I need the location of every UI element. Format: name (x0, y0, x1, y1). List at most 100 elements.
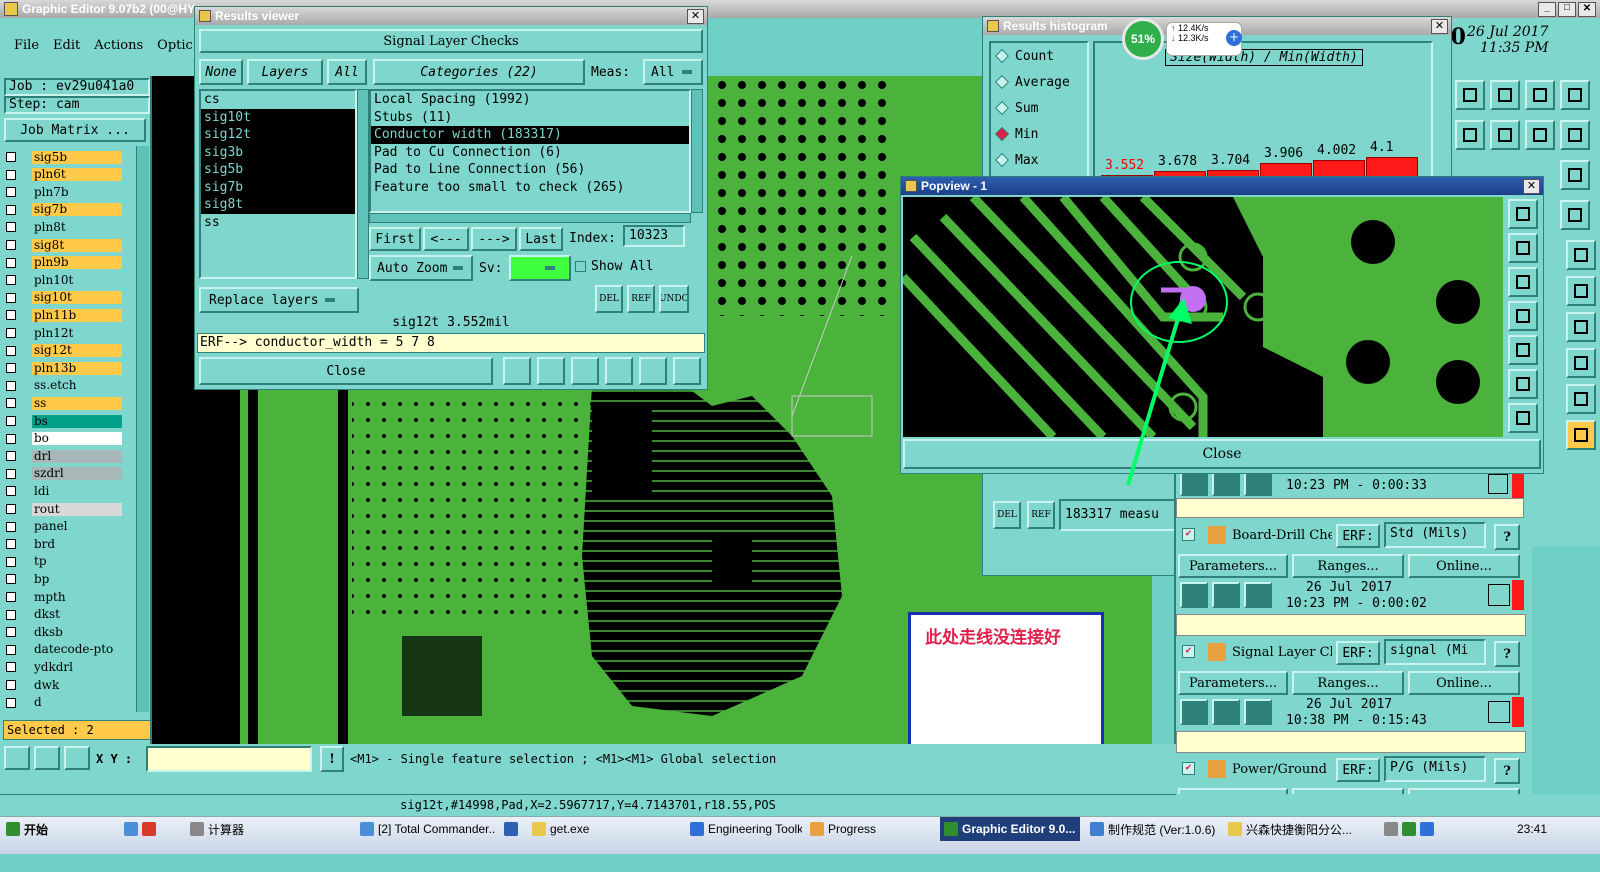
taskbar-item[interactable]: get.exe (528, 817, 678, 841)
tool-button[interactable] (1566, 348, 1596, 378)
enable-checkbox[interactable]: ✔ (1182, 645, 1195, 658)
layer-row[interactable]: datecode-pto (6, 643, 122, 657)
layer-row[interactable]: pln7b (6, 185, 122, 199)
tool-icon[interactable] (639, 357, 667, 385)
category-scrollbar[interactable] (691, 89, 703, 213)
close-app-button[interactable]: ✕ (1578, 2, 1596, 17)
help-button[interactable]: ? (1494, 758, 1520, 784)
menu-edit[interactable]: Edit (53, 38, 80, 53)
layer-row[interactable]: bs (6, 414, 122, 428)
erf-value[interactable]: Std (Mils) (1384, 522, 1486, 548)
result-layer-item[interactable]: sig7b (201, 178, 355, 196)
category-item[interactable]: Stubs (11) (371, 109, 689, 127)
start-button[interactable]: 开始 (2, 817, 82, 841)
tool-icon[interactable] (503, 357, 531, 385)
home-tool-button[interactable] (1525, 80, 1555, 110)
layer-row[interactable]: ldi (6, 484, 122, 498)
layer-checkbox[interactable] (6, 380, 16, 391)
taskbar-item[interactable]: [2] Total Commander... (356, 817, 496, 841)
menu-file[interactable]: File (14, 38, 39, 53)
sv-color-dropdown[interactable] (509, 255, 571, 281)
tool-icon[interactable] (34, 746, 60, 770)
erf-value[interactable]: P/G (Mils) (1384, 756, 1486, 782)
layer-checkbox[interactable] (6, 169, 16, 180)
menu-actions[interactable]: Actions (94, 38, 143, 53)
layer-row[interactable]: sig8t (6, 238, 122, 252)
radio-icon[interactable] (994, 152, 1010, 168)
layer-row[interactable]: pln11b (6, 308, 122, 322)
ranges-button[interactable]: Ranges... (1292, 554, 1404, 578)
layer-checkbox[interactable] (6, 556, 16, 567)
layer-checkbox[interactable] (6, 257, 16, 268)
zoom-tool-button[interactable] (1508, 403, 1538, 433)
next-button[interactable]: ---> (471, 227, 517, 251)
layer-checkbox[interactable] (6, 521, 16, 532)
del-button[interactable]: DEL (993, 501, 1021, 529)
tool-button[interactable] (1455, 80, 1485, 110)
taskbar-item[interactable]: Graphic Editor 9.0... (940, 817, 1080, 841)
help-button[interactable]: ? (1494, 524, 1520, 550)
prev-button[interactable]: <--- (423, 227, 469, 251)
minimize-button[interactable]: _ (1538, 2, 1556, 17)
layer-checkbox[interactable] (6, 574, 16, 585)
last-button[interactable]: Last (519, 227, 563, 251)
result-layer-item[interactable]: sig10t (201, 108, 355, 126)
layer-row[interactable]: bp (6, 572, 122, 586)
result-layer-item[interactable]: sig5b (201, 161, 355, 179)
online-button[interactable]: Online... (1408, 554, 1520, 578)
layer-row[interactable]: pln6t (6, 168, 122, 182)
tool-button[interactable] (1566, 420, 1596, 450)
erf-button[interactable]: ERF: (1336, 758, 1380, 782)
tray-icon[interactable] (1384, 822, 1398, 836)
all-button[interactable]: All (327, 59, 367, 85)
layer-checkbox[interactable] (6, 187, 16, 198)
layer-checkbox[interactable] (6, 363, 16, 374)
layer-row[interactable]: sig12t (6, 344, 122, 358)
layer-row[interactable]: drl (6, 449, 122, 463)
warning-icon[interactable]: ! (320, 746, 344, 772)
run-icon[interactable] (1212, 699, 1240, 725)
layer-row[interactable]: pln9b (6, 256, 122, 270)
taskbar-item[interactable]: Engineering Toolkit 9... (686, 817, 802, 841)
layer-row[interactable]: pln8t (6, 220, 122, 234)
result-layer-item[interactable]: sig12t (201, 126, 355, 144)
zoom-tool-button[interactable] (1508, 369, 1538, 399)
layer-row[interactable]: dkst (6, 608, 122, 622)
maximize-button[interactable]: □ (1558, 2, 1576, 17)
layer-checkbox[interactable] (6, 433, 16, 444)
replace-layers-dropdown[interactable]: Replace layers (199, 287, 359, 313)
tool-button[interactable] (1560, 80, 1590, 110)
app-icon[interactable] (124, 822, 138, 836)
category-item[interactable]: Pad to Line Connection (56) (371, 161, 689, 179)
layers-button[interactable]: Layers (247, 59, 323, 85)
ref-button[interactable]: REF (1027, 501, 1055, 529)
zoom-tool-button[interactable] (1508, 233, 1538, 263)
layer-checkbox[interactable] (6, 398, 16, 409)
first-button[interactable]: First (369, 227, 421, 251)
tool-button[interactable] (1566, 276, 1596, 306)
parameters-button[interactable]: Parameters... (1178, 554, 1288, 578)
close-icon[interactable]: ✕ (687, 9, 704, 24)
tool-button[interactable] (1455, 120, 1485, 150)
zoom-tool-button[interactable] (1508, 301, 1538, 331)
tool-icon[interactable] (537, 357, 565, 385)
results-close-button[interactable]: Close (199, 357, 493, 385)
ranges-button[interactable]: Ranges... (1292, 671, 1404, 695)
taskbar-item[interactable]: 制作规范 (Ver:1.0.6) (1086, 817, 1220, 841)
grid-icon[interactable] (64, 746, 90, 770)
job-matrix-button[interactable]: Job Matrix ... (4, 118, 146, 142)
layer-checkbox[interactable] (6, 539, 16, 550)
enable-checkbox[interactable]: ✔ (1182, 762, 1195, 775)
word-icon[interactable] (500, 817, 524, 841)
xy-input[interactable] (146, 746, 312, 772)
layer-checkbox[interactable] (6, 222, 16, 233)
layer-checkbox[interactable] (6, 504, 16, 514)
erf-value[interactable]: signal (Mi (1384, 639, 1486, 665)
tool-button[interactable] (1525, 120, 1555, 150)
layer-checkbox[interactable] (6, 328, 16, 338)
erf-button[interactable]: ERF: (1336, 641, 1380, 665)
index-field[interactable]: 10323 (623, 225, 685, 247)
tool-button[interactable] (1566, 312, 1596, 342)
layer-checkbox[interactable] (6, 609, 16, 620)
zoom-tool-button[interactable] (1508, 199, 1538, 229)
